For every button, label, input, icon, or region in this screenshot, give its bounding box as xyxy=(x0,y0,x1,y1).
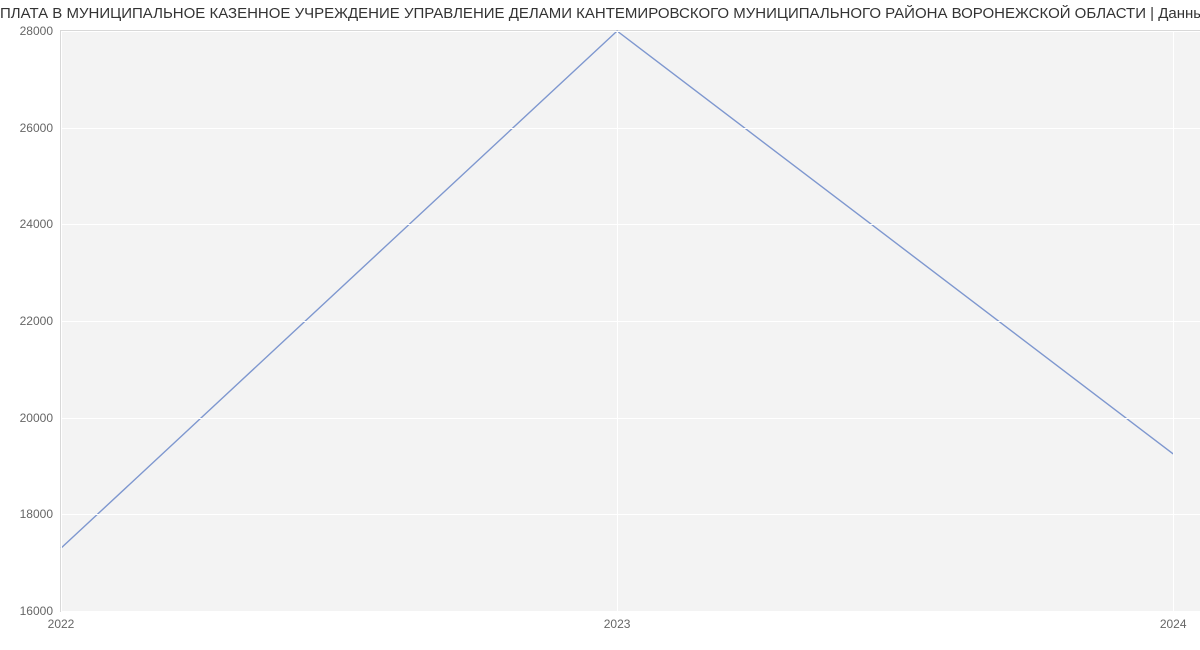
x-tick-label: 2024 xyxy=(1160,617,1187,631)
grid-line-horizontal xyxy=(61,224,1200,225)
grid-line-horizontal xyxy=(61,321,1200,322)
grid-line-horizontal xyxy=(61,128,1200,129)
y-tick-label: 28000 xyxy=(20,24,53,38)
chart-title: ПЛАТА В МУНИЦИПАЛЬНОЕ КАЗЕННОЕ УЧРЕЖДЕНИ… xyxy=(0,5,1200,22)
grid-line-vertical xyxy=(1173,31,1174,611)
grid-line-horizontal xyxy=(61,418,1200,419)
x-tick-label: 2022 xyxy=(48,617,75,631)
y-tick-label: 22000 xyxy=(20,314,53,328)
y-tick-label: 16000 xyxy=(20,604,53,618)
grid-line-horizontal xyxy=(61,514,1200,515)
grid-line-horizontal xyxy=(61,31,1200,32)
grid-line-horizontal xyxy=(61,611,1200,612)
y-tick-label: 26000 xyxy=(20,121,53,135)
grid-line-vertical xyxy=(61,31,62,611)
grid-line-vertical xyxy=(617,31,618,611)
y-tick-label: 18000 xyxy=(20,507,53,521)
x-tick-label: 2023 xyxy=(604,617,631,631)
plot-area: 1600018000200002200024000260002800020222… xyxy=(60,30,1200,612)
y-tick-label: 24000 xyxy=(20,217,53,231)
y-tick-label: 20000 xyxy=(20,411,53,425)
